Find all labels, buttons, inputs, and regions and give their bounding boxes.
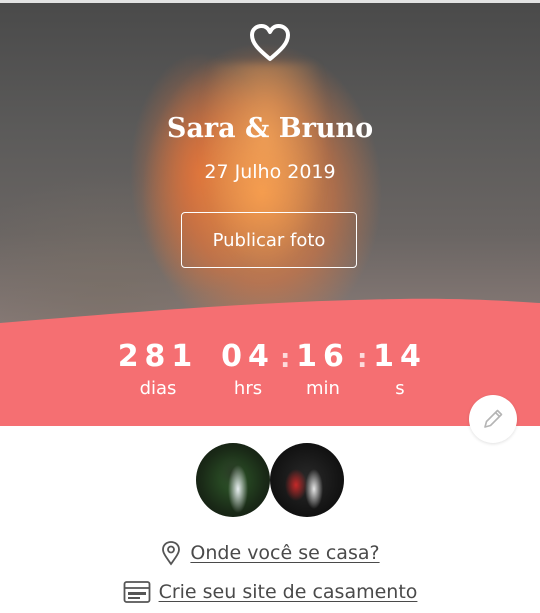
couple-name: Sara & Bruno [166, 113, 374, 144]
countdown-days: 281 dias [112, 340, 204, 400]
create-website-link[interactable]: Crie seu site de casamento [159, 581, 418, 603]
countdown-minutes: 16 min [290, 340, 356, 400]
website-link-row: Crie seu site de casamento [0, 580, 540, 609]
wave-divider [0, 298, 540, 335]
countdown-hours: 04 hrs [216, 340, 280, 400]
location-pin-icon [162, 541, 181, 566]
minutes-label: min [306, 378, 340, 399]
publish-photo-button[interactable]: Publicar foto [181, 212, 357, 268]
wedding-date: 27 Julho 2019 [204, 161, 336, 183]
avatar-photo-2[interactable] [270, 443, 344, 517]
countdown-seconds: 14 s [368, 340, 432, 400]
venue-link[interactable]: Onde você se casa? [190, 542, 379, 564]
minutes-value: 16 [296, 339, 350, 374]
hours-value: 04 [221, 339, 275, 374]
heart-icon [250, 24, 290, 61]
seconds-value: 14 [373, 339, 427, 374]
days-value: 281 [117, 339, 199, 374]
hero-banner: Sara & Bruno 27 Julho 2019 Publicar foto [0, 3, 540, 333]
edit-button[interactable] [469, 395, 517, 443]
browser-window-icon [123, 581, 150, 603]
days-label: dias [139, 378, 177, 399]
countdown-panel: 281 dias 04 hrs : 16 min : 14 s [0, 330, 540, 426]
pencil-icon [484, 409, 503, 428]
avatar-photo-1[interactable] [196, 443, 270, 517]
hours-minutes-separator: : [280, 344, 291, 374]
minutes-seconds-separator: : [357, 344, 368, 374]
venue-link-row: Onde você se casa? [0, 540, 540, 571]
hours-label: hrs [233, 378, 263, 399]
seconds-label: s [395, 378, 405, 399]
